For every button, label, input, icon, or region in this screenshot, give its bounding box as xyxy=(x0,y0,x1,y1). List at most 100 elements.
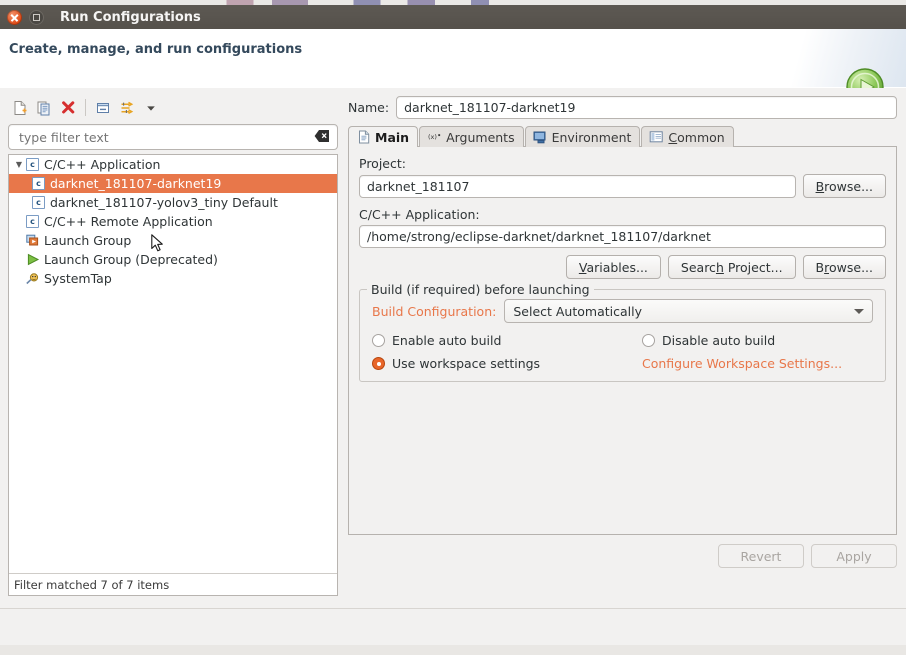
project-label: Project: xyxy=(359,156,406,171)
copy-document-icon[interactable] xyxy=(32,97,56,119)
search-project-button[interactable]: Search Project... xyxy=(667,255,796,279)
maximize-icon[interactable] xyxy=(29,9,44,25)
name-row: Name: darknet_181107-darknet19 xyxy=(348,94,897,120)
systemtap-icon xyxy=(25,272,40,286)
dialog-body: ▼cC/C++ Applicationcdarknet_181107-darkn… xyxy=(0,88,906,609)
green-play-icon xyxy=(27,253,39,266)
build-group: Build (if required) before launching Bui… xyxy=(359,282,886,382)
search-input[interactable] xyxy=(17,125,301,149)
chevron-down-icon xyxy=(854,308,864,314)
systemtap-icon xyxy=(25,273,38,285)
tree-item-label: C/C++ Application xyxy=(44,157,161,172)
tree-item-label: SystemTap xyxy=(44,271,112,286)
build-configuration-value: Select Automatically xyxy=(513,303,642,319)
c-cpp-icon: c xyxy=(26,215,39,228)
configure-workspace-settings-link[interactable]: Configure Workspace Settings... xyxy=(642,356,873,371)
project-browse-label: Browse... xyxy=(815,178,873,194)
window-title: Run Configurations xyxy=(60,9,201,25)
c-cpp-icon: c xyxy=(26,158,39,171)
tree-status-text: Filter matched 7 of 7 items xyxy=(9,573,337,595)
c-cpp-icon: c xyxy=(25,158,40,172)
filter-icon[interactable] xyxy=(115,97,139,119)
tree-item-label: Launch Group (Deprecated) xyxy=(44,252,218,267)
application-buttons-row: Variables... Search Project... Browse... xyxy=(359,255,886,279)
apply-button[interactable]: Apply xyxy=(811,544,897,568)
configurations-tree[interactable]: ▼ c C/C++ Application c darknet_181107-darkn… xyxy=(8,154,338,596)
build-group-title: Build (if required) before launching xyxy=(367,282,594,297)
tab-arguments[interactable]: (x) Arguments xyxy=(419,126,524,147)
project-input[interactable]: darknet_181107 xyxy=(359,174,796,198)
tab-common[interactable]: Common xyxy=(641,126,734,147)
tree-item-label: darknet_181107-yolov3_tiny Default xyxy=(50,195,278,210)
tab-bar: Main (x) Arguments Environment Common xyxy=(348,125,897,148)
common-icon xyxy=(649,130,664,144)
build-configuration-row: Build Configuration: Select Automaticall… xyxy=(372,299,873,323)
document-icon xyxy=(356,130,371,144)
tab-environment[interactable]: Environment xyxy=(524,126,641,147)
c-cpp-icon: c xyxy=(32,177,45,190)
tree-item[interactable]: c C/C++ Remote Application xyxy=(9,212,337,231)
tree-item[interactable]: SystemTap xyxy=(9,269,337,288)
twisty-expanded-icon[interactable]: ▼ xyxy=(13,155,25,174)
build-options: Enable auto build Disable auto build Use… xyxy=(372,333,873,371)
application-browse-button[interactable]: Browse... xyxy=(802,255,886,279)
radio-enable-auto-build-label: Enable auto build xyxy=(392,333,502,348)
clear-backspace-icon[interactable] xyxy=(314,129,330,143)
radio-indicator xyxy=(372,334,385,347)
c-cpp-icon: c xyxy=(32,196,45,209)
tree-item-label: C/C++ Remote Application xyxy=(44,214,213,229)
title-bar: Run Configurations xyxy=(0,5,906,29)
configurations-panel: ▼cC/C++ Applicationcdarknet_181107-darkn… xyxy=(8,94,338,596)
chevron-down-icon[interactable] xyxy=(139,97,163,119)
new-document-icon[interactable] xyxy=(8,97,32,119)
run-configurations-dialog: Run Configurations Create, manage, and r… xyxy=(0,0,906,655)
tree-item[interactable]: Launch Group (Deprecated) xyxy=(9,250,337,269)
page-title: Create, manage, and run configurations xyxy=(9,42,303,57)
tab-label: Common xyxy=(668,129,725,145)
radio-use-workspace-settings-label: Use workspace settings xyxy=(392,356,541,371)
filter-box[interactable] xyxy=(8,124,338,150)
launch-group-icon xyxy=(25,234,38,246)
configurations-toolbar xyxy=(8,94,338,121)
launch-group-icon xyxy=(25,234,40,248)
revert-apply-row: Revert Apply xyxy=(348,544,897,568)
toolbar-separator xyxy=(85,99,86,116)
tab-main[interactable]: Main xyxy=(348,126,419,148)
radio-use-workspace-settings[interactable]: Use workspace settings xyxy=(372,356,642,371)
background-window-bottom xyxy=(0,645,906,655)
name-input[interactable]: darknet_181107-darknet19 xyxy=(396,95,897,119)
tree-item[interactable]: Launch Group xyxy=(9,231,337,250)
c-cpp-icon: c xyxy=(31,177,46,191)
radio-enable-auto-build[interactable]: Enable auto build xyxy=(372,333,642,348)
build-configuration-select[interactable]: Select Automatically xyxy=(504,299,873,323)
collapse-all-icon[interactable] xyxy=(91,97,115,119)
dialog-banner: Create, manage, and run configurations xyxy=(0,29,906,106)
project-browse-button[interactable]: Browse... xyxy=(802,174,886,198)
name-label: Name: xyxy=(348,99,390,115)
tree-item[interactable]: c darknet_181107-yolov3_tiny Default xyxy=(9,193,337,212)
configuration-details-panel: Name: darknet_181107-darknet19 Main (x) Ar… xyxy=(348,94,897,568)
radio-disable-auto-build-label: Disable auto build xyxy=(662,333,776,348)
variables-button[interactable]: Variables... xyxy=(565,255,661,279)
revert-button[interactable]: Revert xyxy=(718,544,804,568)
tree-item[interactable]: ▼ c C/C++ Application xyxy=(9,155,337,174)
tree-item[interactable]: c darknet_181107-darknet19 xyxy=(9,174,337,193)
close-icon[interactable] xyxy=(7,9,22,25)
radio-disable-auto-build[interactable]: Disable auto build xyxy=(642,333,873,348)
tree-item-label: darknet_181107-darknet19 xyxy=(50,176,222,191)
application-input[interactable]: /home/strong/eclipse-darknet/darknet_181… xyxy=(359,225,886,248)
radio-indicator-selected xyxy=(372,357,385,370)
green-play-icon xyxy=(25,253,40,267)
delete-x-icon[interactable] xyxy=(56,97,80,119)
c-cpp-icon: c xyxy=(25,215,40,229)
tree-item-label: Launch Group xyxy=(44,233,132,248)
tab-label: Environment xyxy=(551,129,632,145)
project-row: darknet_181107 Browse... xyxy=(359,174,886,198)
svg-text:(x): (x) xyxy=(428,133,437,141)
application-label: C/C++ Application: xyxy=(359,207,480,222)
environment-icon xyxy=(533,130,548,144)
tab-label: Main xyxy=(375,129,410,145)
radio-indicator xyxy=(642,334,655,347)
tab-label: Arguments xyxy=(446,129,515,145)
main-tab-panel: Project: darknet_181107 Browse... C/C++ … xyxy=(348,146,897,535)
